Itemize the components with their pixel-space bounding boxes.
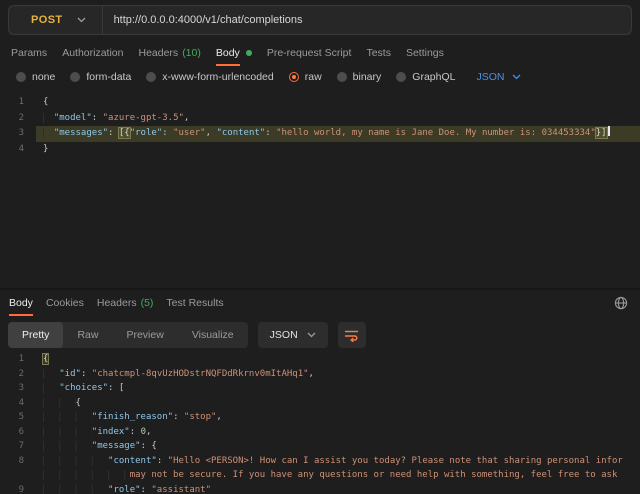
request-body-editor[interactable]: 1{2 "model": "azure-gpt-3.5",3 "messages… [0, 95, 640, 287]
line-number: 2 [0, 367, 36, 382]
radio-icon [70, 72, 80, 82]
view-raw[interactable]: Raw [63, 322, 112, 348]
code-line: 5 "finish_reason": "stop", [0, 410, 640, 425]
code-line: 4 { [0, 396, 640, 411]
postman-window: POST http://0.0.0.0:4000/v1/chat/complet… [0, 0, 640, 494]
code-line: 2 "id": "chatcmpl-8qvUzHODstrNQFDdRkrnv0… [0, 367, 640, 382]
code-line: 4} [0, 142, 640, 158]
tab-pre-request-script[interactable]: Pre-request Script [267, 47, 352, 59]
line-number: 1 [0, 352, 36, 367]
line-number: 3 [0, 126, 36, 142]
tab-authorization[interactable]: Authorization [62, 47, 123, 59]
response-headers-count-badge: (5) [141, 297, 154, 309]
radio-none[interactable]: none [16, 71, 55, 83]
code-line: 7 "message": { [0, 439, 640, 454]
radio-raw[interactable]: raw [289, 71, 322, 83]
body-type-row: none form-data x-www-form-urlencoded raw… [0, 66, 640, 88]
globe-icon[interactable] [614, 296, 628, 310]
unsaved-changes-dot [246, 50, 252, 56]
line-number: 1 [0, 95, 36, 111]
line-number: 3 [0, 381, 36, 396]
tab-params[interactable]: Params [11, 47, 47, 59]
line-number: 7 [0, 439, 36, 454]
radio-icon [146, 72, 156, 82]
line-number: 6 [0, 425, 36, 440]
chevron-down-icon [77, 17, 86, 23]
radio-graphql[interactable]: GraphQL [396, 71, 455, 83]
pane-separator [0, 288, 640, 290]
tab-body[interactable]: Body [216, 47, 252, 59]
line-number: 8 [0, 454, 36, 469]
response-tabs: Body Cookies Headers (5) Test Results [0, 291, 640, 315]
text-cursor [608, 126, 610, 136]
code-line: 9 "role": "assistant" [0, 483, 640, 494]
response-toolbar: Pretty Raw Preview Visualize JSON [8, 322, 632, 348]
response-tab-headers[interactable]: Headers (5) [97, 297, 154, 309]
radio-x-www-form-urlencoded[interactable]: x-www-form-urlencoded [146, 71, 273, 83]
radio-icon [16, 72, 26, 82]
chevron-down-icon [307, 332, 316, 338]
method-selector[interactable]: POST [9, 6, 102, 34]
radio-icon [396, 72, 406, 82]
view-visualize[interactable]: Visualize [178, 322, 248, 348]
radio-selected-icon [289, 72, 299, 82]
response-body-editor[interactable]: 1{2 "id": "chatcmpl-8qvUzHODstrNQFDdRkrn… [0, 352, 640, 494]
request-url-bar: POST http://0.0.0.0:4000/v1/chat/complet… [8, 5, 632, 35]
tab-settings[interactable]: Settings [406, 47, 444, 59]
response-view-switcher: Pretty Raw Preview Visualize [8, 322, 248, 348]
code-line: 2 "model": "azure-gpt-3.5", [0, 111, 640, 127]
code-line: 1{ [0, 352, 640, 367]
line-number [0, 468, 36, 483]
wrap-text-icon [344, 329, 359, 342]
radio-icon [337, 72, 347, 82]
code-line: may not be secure. If you have any quest… [0, 468, 640, 483]
code-line: 3 "messages": [{"role": "user", "content… [0, 126, 640, 142]
line-number: 4 [0, 396, 36, 411]
line-number: 4 [0, 142, 36, 158]
response-tab-cookies[interactable]: Cookies [46, 297, 84, 309]
method-label: POST [31, 14, 63, 26]
request-language-selector[interactable]: JSON [476, 71, 520, 83]
response-tab-test-results[interactable]: Test Results [166, 297, 223, 309]
headers-count-badge: (10) [182, 47, 201, 59]
radio-form-data[interactable]: form-data [70, 71, 131, 83]
code-line: 3 "choices": [ [0, 381, 640, 396]
code-line: 6 "index": 0, [0, 425, 640, 440]
tab-headers[interactable]: Headers (10) [138, 47, 200, 59]
tab-tests[interactable]: Tests [366, 47, 391, 59]
line-number: 9 [0, 483, 36, 494]
request-tabs: Params Authorization Headers (10) Body P… [0, 41, 640, 65]
line-number: 5 [0, 410, 36, 425]
wrap-text-button[interactable] [338, 322, 366, 348]
view-pretty[interactable]: Pretty [8, 322, 63, 348]
view-preview[interactable]: Preview [112, 322, 177, 348]
response-language-selector[interactable]: JSON [258, 322, 328, 348]
code-line: 1{ [0, 95, 640, 111]
chevron-down-icon [512, 74, 521, 80]
radio-binary[interactable]: binary [337, 71, 382, 83]
response-tab-body[interactable]: Body [9, 297, 33, 309]
line-number: 2 [0, 111, 36, 127]
url-input[interactable]: http://0.0.0.0:4000/v1/chat/completions [103, 14, 303, 26]
code-line: 8 "content": "Hello <PERSON>! How can I … [0, 454, 640, 469]
